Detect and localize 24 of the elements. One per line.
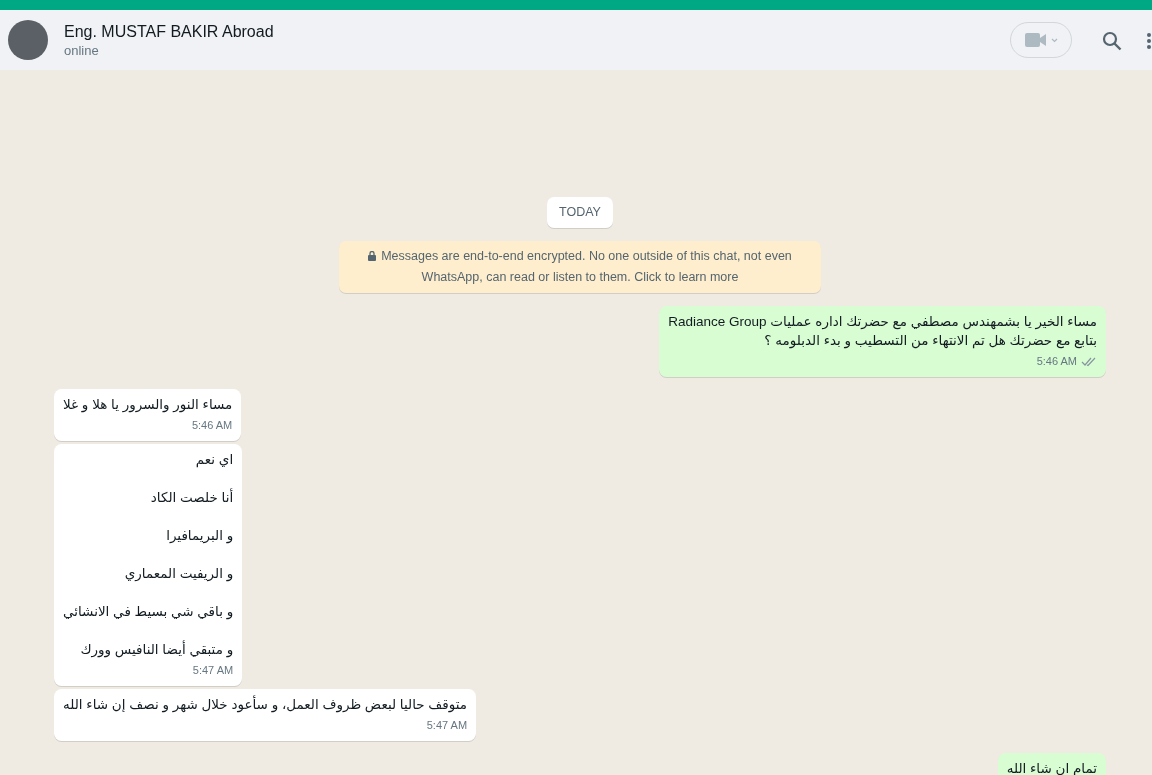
message-text: و باقي شي بسيط في الانشائي: [63, 602, 234, 621]
message-text: مساء النور والسرور يا هلا و غلا: [63, 395, 233, 414]
caret-icon: [1050, 37, 1058, 43]
contact-avatar[interactable]: [8, 20, 48, 60]
message-text: متوقف حاليا لبعض ظروف العمل، و سأعود خلال شهر و نصف إن شاء الله: [63, 694, 468, 714]
double-check-icon: [1081, 355, 1097, 367]
message-text: و الريفيت المعماري: [123, 564, 234, 583]
message-text: بتابع مع حضرتك هل تم الانتهاء من التسطيب و بدء الدبلومه ؟: [763, 331, 1097, 350]
contact-name[interactable]: Eng. MUSTAF BAKIR Abroad: [64, 20, 1010, 42]
message-time: 5:47 AM: [192, 662, 234, 678]
contact-status: online: [64, 41, 100, 60]
message-text: أنا خلصت الكاد: [149, 487, 234, 507]
message-text: مساء الخير يا بشمهندس مصطفي مع حضرتك اداره عمليات Radiance Group: [668, 312, 1097, 331]
message-text: و البريمافيرا: [165, 526, 234, 545]
search-icon: [1102, 30, 1122, 51]
video-camera-icon: [1024, 33, 1047, 47]
message-text: و متبقي أيضا النافيس وورك: [79, 639, 234, 659]
lock-icon: [368, 250, 377, 261]
message-time: 5:47 AM: [426, 717, 468, 733]
message-text: اي نعم: [194, 450, 234, 469]
message-time: 5:46 AM: [191, 417, 233, 433]
message-time: 5:46 AM: [1036, 353, 1077, 369]
menu-icon: [1146, 31, 1152, 50]
encryption-notice[interactable]: Messages are end-to-end encrypted. No one outside of this chat, not even WhatsApp, can read or listen to them. Click to learn more: [339, 240, 821, 293]
